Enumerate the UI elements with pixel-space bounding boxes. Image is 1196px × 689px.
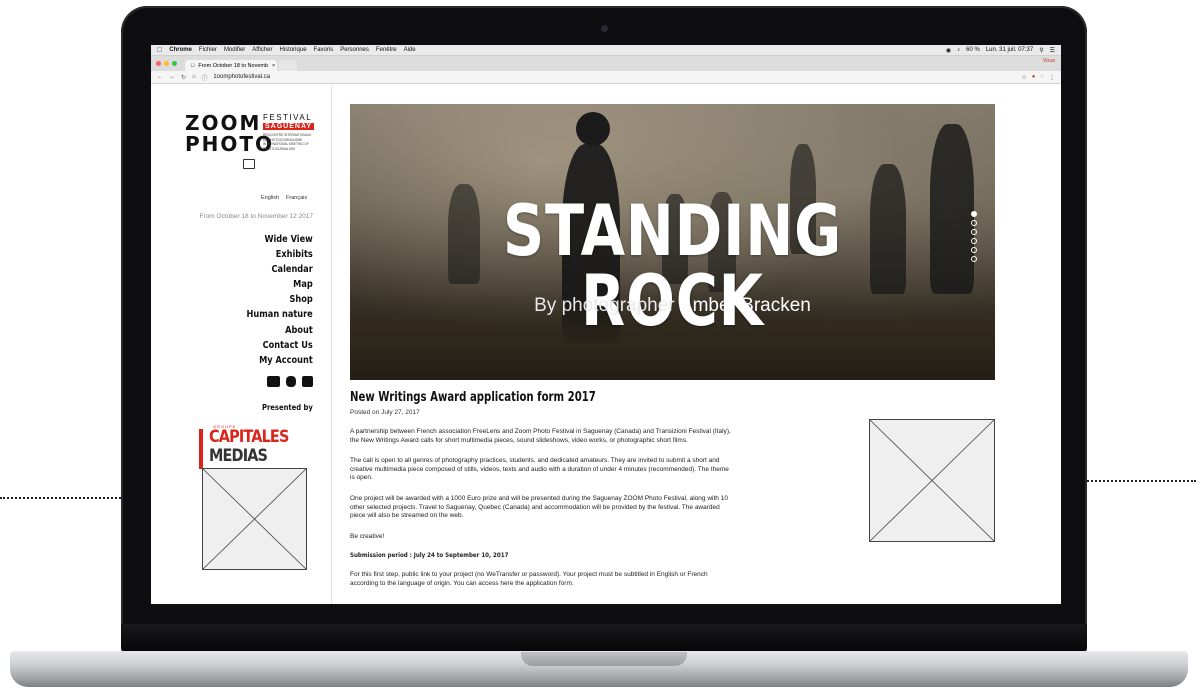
article: New Writings Award application form 2017… xyxy=(350,390,735,589)
extension-icon[interactable]: ◌ xyxy=(1040,74,1044,81)
image-placeholder xyxy=(202,468,307,570)
zoom-window-button[interactable] xyxy=(172,61,177,66)
main-nav: Wide View Exhibits Calendar Map Shop Hum… xyxy=(232,232,313,368)
hero-slider[interactable]: STANDING ROCK By photographer Amber Brac… xyxy=(350,104,995,380)
article-paragraph: Be creative! xyxy=(350,532,385,540)
menu-kebab-icon[interactable]: ⋮ xyxy=(1049,74,1055,81)
menubar-status: ◉ ♪ 60 % Lun. 31 juil. 07:37 ⚲ ☰ xyxy=(946,47,1055,54)
article-title[interactable]: New Writings Award application form 2017 xyxy=(350,390,650,405)
twitter-icon[interactable] xyxy=(286,376,296,387)
menu-afficher[interactable]: Afficher xyxy=(252,47,272,53)
language-switcher: English Français xyxy=(261,195,307,201)
slider-pager xyxy=(971,211,977,262)
bookmark-star-icon[interactable]: ☆ xyxy=(1021,74,1026,81)
window-controls xyxy=(156,56,177,71)
nav-my-account[interactable]: My Account xyxy=(247,353,313,368)
extension-icon[interactable]: ● xyxy=(1032,74,1036,81)
clock-label[interactable]: Lun. 31 juil. 07:37 xyxy=(986,47,1033,54)
logo-tagline: RENCONTRE INTERNATIONALE DE PHOTOJOURNAL… xyxy=(263,133,312,151)
toolbar-actions: ☆ ● ◌ ⋮ xyxy=(1021,74,1055,81)
battery-label[interactable]: 60 % xyxy=(966,47,980,54)
nav-contact-us[interactable]: Contact Us xyxy=(247,338,313,353)
camera-icon xyxy=(243,159,255,169)
nav-shop[interactable]: Shop xyxy=(247,292,313,307)
presented-by-label: Presented by xyxy=(262,403,313,412)
wifi-icon[interactable]: ◉ xyxy=(946,47,951,54)
minimize-window-button[interactable] xyxy=(164,61,169,66)
tab-title: From October 18 to Novemb xyxy=(198,62,269,69)
nav-map[interactable]: Map xyxy=(247,277,313,292)
logo-photo-text: PHOTO xyxy=(185,132,275,156)
close-tab-icon[interactable]: × xyxy=(272,63,275,69)
festival-dates: From October 18 to November 12 2017 xyxy=(199,213,313,220)
slider-dot[interactable] xyxy=(971,211,977,217)
sponsor-medias-text: MEDIAS xyxy=(209,446,268,466)
browser-tab[interactable]: □ From October 18 to Novemb × xyxy=(185,60,277,71)
nav-wide-view[interactable]: Wide View xyxy=(247,232,313,247)
lang-english-link[interactable]: English xyxy=(261,195,279,201)
notifications-icon[interactable]: ☰ xyxy=(1050,47,1055,54)
article-date: Posted on July 27, 2017 xyxy=(350,409,420,416)
menu-modifier[interactable]: Modifier xyxy=(224,47,245,53)
menu-fichier[interactable]: Fichier xyxy=(199,47,217,53)
webcam xyxy=(601,25,608,32)
apple-icon[interactable]:  xyxy=(157,47,162,54)
spotlight-icon[interactable]: ⚲ xyxy=(1039,47,1043,54)
sponsor-logo[interactable]: GROUPE CAPITALES MEDIAS xyxy=(199,424,311,474)
home-icon[interactable]: ⌂ xyxy=(192,74,196,80)
slider-dot[interactable] xyxy=(971,247,977,253)
slider-dot[interactable] xyxy=(971,220,977,226)
nav-about[interactable]: About xyxy=(247,323,313,338)
back-icon[interactable]: ← xyxy=(157,74,163,80)
reload-icon[interactable]: ↻ xyxy=(181,74,186,81)
menu-favoris[interactable]: Favoris xyxy=(314,47,334,53)
slider-dot[interactable] xyxy=(971,238,977,244)
lang-francais-link[interactable]: Français xyxy=(286,195,307,201)
image-placeholder xyxy=(869,419,995,542)
site-logo[interactable]: ZOOM PHOTO FESTIVAL SAGUENAY RENCONTRE I… xyxy=(185,113,315,183)
nav-exhibits[interactable]: Exhibits xyxy=(247,247,313,262)
slider-dot[interactable] xyxy=(971,229,977,235)
article-paragraph: One project will be awarded with a 1000 … xyxy=(350,494,728,520)
address-input[interactable]: zoomphotofestival.ca xyxy=(214,74,270,80)
page-icon: □ xyxy=(191,62,195,69)
article-paragraph: A partnership between French association… xyxy=(350,428,731,444)
profile-label[interactable]: Vous xyxy=(1043,58,1055,64)
sponsor-capitales-text: CAPITALES xyxy=(209,427,289,447)
forward-icon[interactable]: → xyxy=(169,74,175,80)
laptop-notch xyxy=(521,652,687,666)
logo-festival-text: FESTIVAL xyxy=(263,113,313,122)
logo-saguenay-text: SAGUENAY xyxy=(263,123,315,130)
browser-toolbar: ← → ↻ ⌂ ⓘ zoomphotofestival.ca ☆ ● ◌ ⋮ xyxy=(151,71,1061,84)
browser-tabbar: □ From October 18 to Novemb × Vous xyxy=(151,56,1061,71)
menu-aide[interactable]: Aide xyxy=(404,47,416,53)
laptop-bezel-bottom xyxy=(121,624,1087,652)
nav-calendar[interactable]: Calendar xyxy=(247,262,313,277)
sponsor-bar xyxy=(199,429,203,469)
menu-personnes[interactable]: Personnes xyxy=(340,47,369,53)
nav-human-nature[interactable]: Human nature xyxy=(247,307,313,322)
new-tab-button[interactable] xyxy=(279,60,297,71)
youtube-icon[interactable] xyxy=(267,376,280,387)
logo-zoom-text: ZOOM xyxy=(185,111,262,135)
slider-dot[interactable] xyxy=(971,256,977,262)
close-window-button[interactable] xyxy=(156,61,161,66)
social-links xyxy=(267,376,313,387)
hero-helmet xyxy=(576,112,610,146)
article-paragraph: For this first step, public link to your… xyxy=(350,571,708,587)
hero-sub-prefix: By photographer xyxy=(534,295,675,316)
menu-historique[interactable]: Historique xyxy=(280,47,307,53)
menu-app[interactable]: Chrome xyxy=(169,47,192,53)
hero-photographer: Amber Bracken xyxy=(679,295,811,316)
info-icon: ⓘ xyxy=(201,75,208,82)
hero-subtitle: By photographer Amber Bracken xyxy=(350,295,995,317)
menu-fenetre[interactable]: Fenêtre xyxy=(376,47,397,53)
macos-menubar:  Chrome Fichier Modifier Afficher Histo… xyxy=(151,45,1061,56)
facebook-icon[interactable] xyxy=(302,376,313,387)
submission-period: Submission period : July 24 to September… xyxy=(350,551,509,560)
logo-wordmark: ZOOM PHOTO xyxy=(185,113,274,155)
volume-icon[interactable]: ♪ xyxy=(957,47,960,54)
article-paragraph: The call is open to all genres of photog… xyxy=(350,457,729,482)
